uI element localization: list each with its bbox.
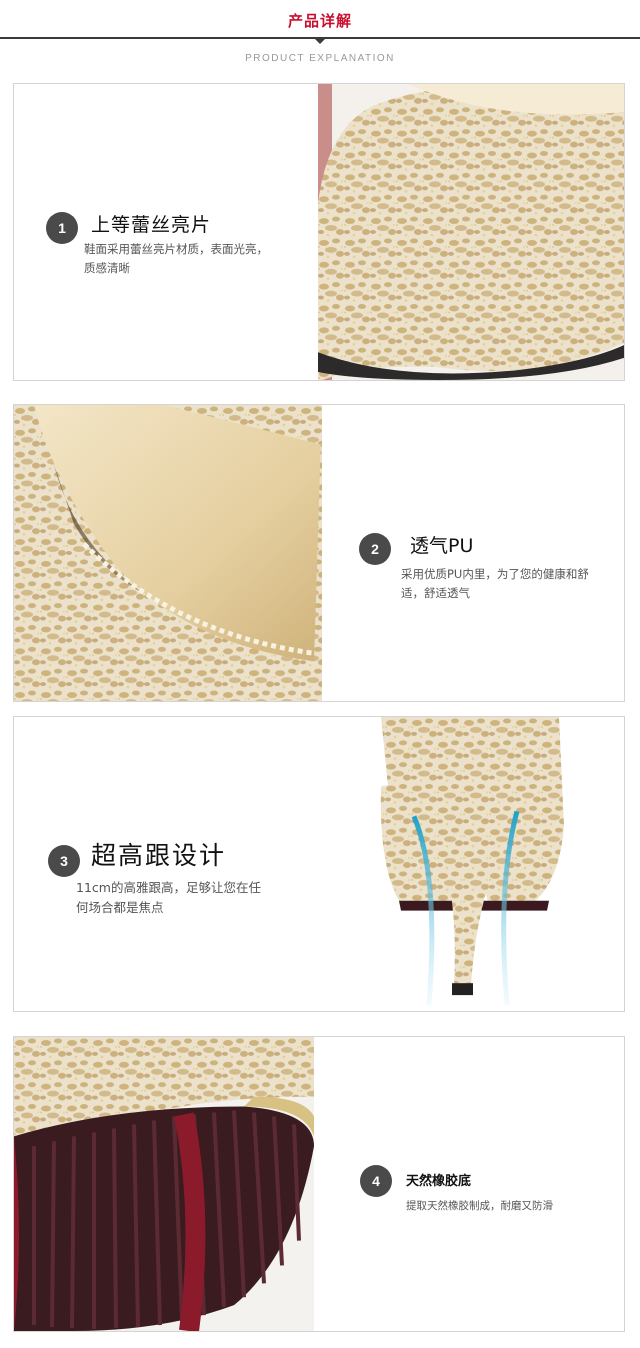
lace-toe-photo: [318, 84, 624, 380]
feature-description: 11cm的高雅跟高，足够让您在任何场合都是焦点: [76, 880, 261, 915]
high-heel-photo: [359, 717, 579, 1011]
feature-number-badge: 2: [359, 533, 391, 565]
feature-panel-2: 2 透气PU 采用优质PU内里，为了您的健康和舒适，舒适透气: [13, 404, 625, 702]
section-subtitle: PRODUCT EXPLANATION: [245, 53, 395, 64]
feature-description: 采用优质PU内里，为了您的健康和舒适，舒适透气: [401, 567, 589, 600]
feature-number-badge: 3: [48, 845, 80, 877]
rubber-sole-photo: [14, 1037, 314, 1331]
feature-panel-4: 4 天然橡胶底 提取天然橡胶制成，耐磨又防滑: [13, 1036, 625, 1332]
feature-panel-3: 3 超高跟设计 11cm的高雅跟高，足够让您在任何场合都是焦点: [13, 716, 625, 1012]
feature-number-badge: 4: [360, 1165, 392, 1197]
feature-panel-1: 1 上等蕾丝亮片 鞋面采用蕾丝亮片材质，表面光亮，质感清晰: [13, 83, 625, 381]
section-title: 产品详解: [287, 12, 352, 30]
section-header: 产品详解 PRODUCT EXPLANATION: [0, 0, 640, 78]
shoe-lining-photo: [14, 405, 322, 701]
feature-description: 鞋面采用蕾丝亮片材质，表面光亮，质感清晰: [84, 242, 268, 275]
feature-title: 天然橡胶底: [406, 1174, 472, 1189]
feature-description: 提取天然橡胶制成，耐磨又防滑: [406, 1200, 553, 1212]
header-divider-notch: [313, 37, 327, 44]
feature-title: 超高跟设计: [91, 841, 227, 870]
feature-number-badge: 1: [46, 212, 78, 244]
feature-title: 上等蕾丝亮片: [91, 214, 212, 236]
feature-title: 透气PU: [410, 535, 474, 557]
